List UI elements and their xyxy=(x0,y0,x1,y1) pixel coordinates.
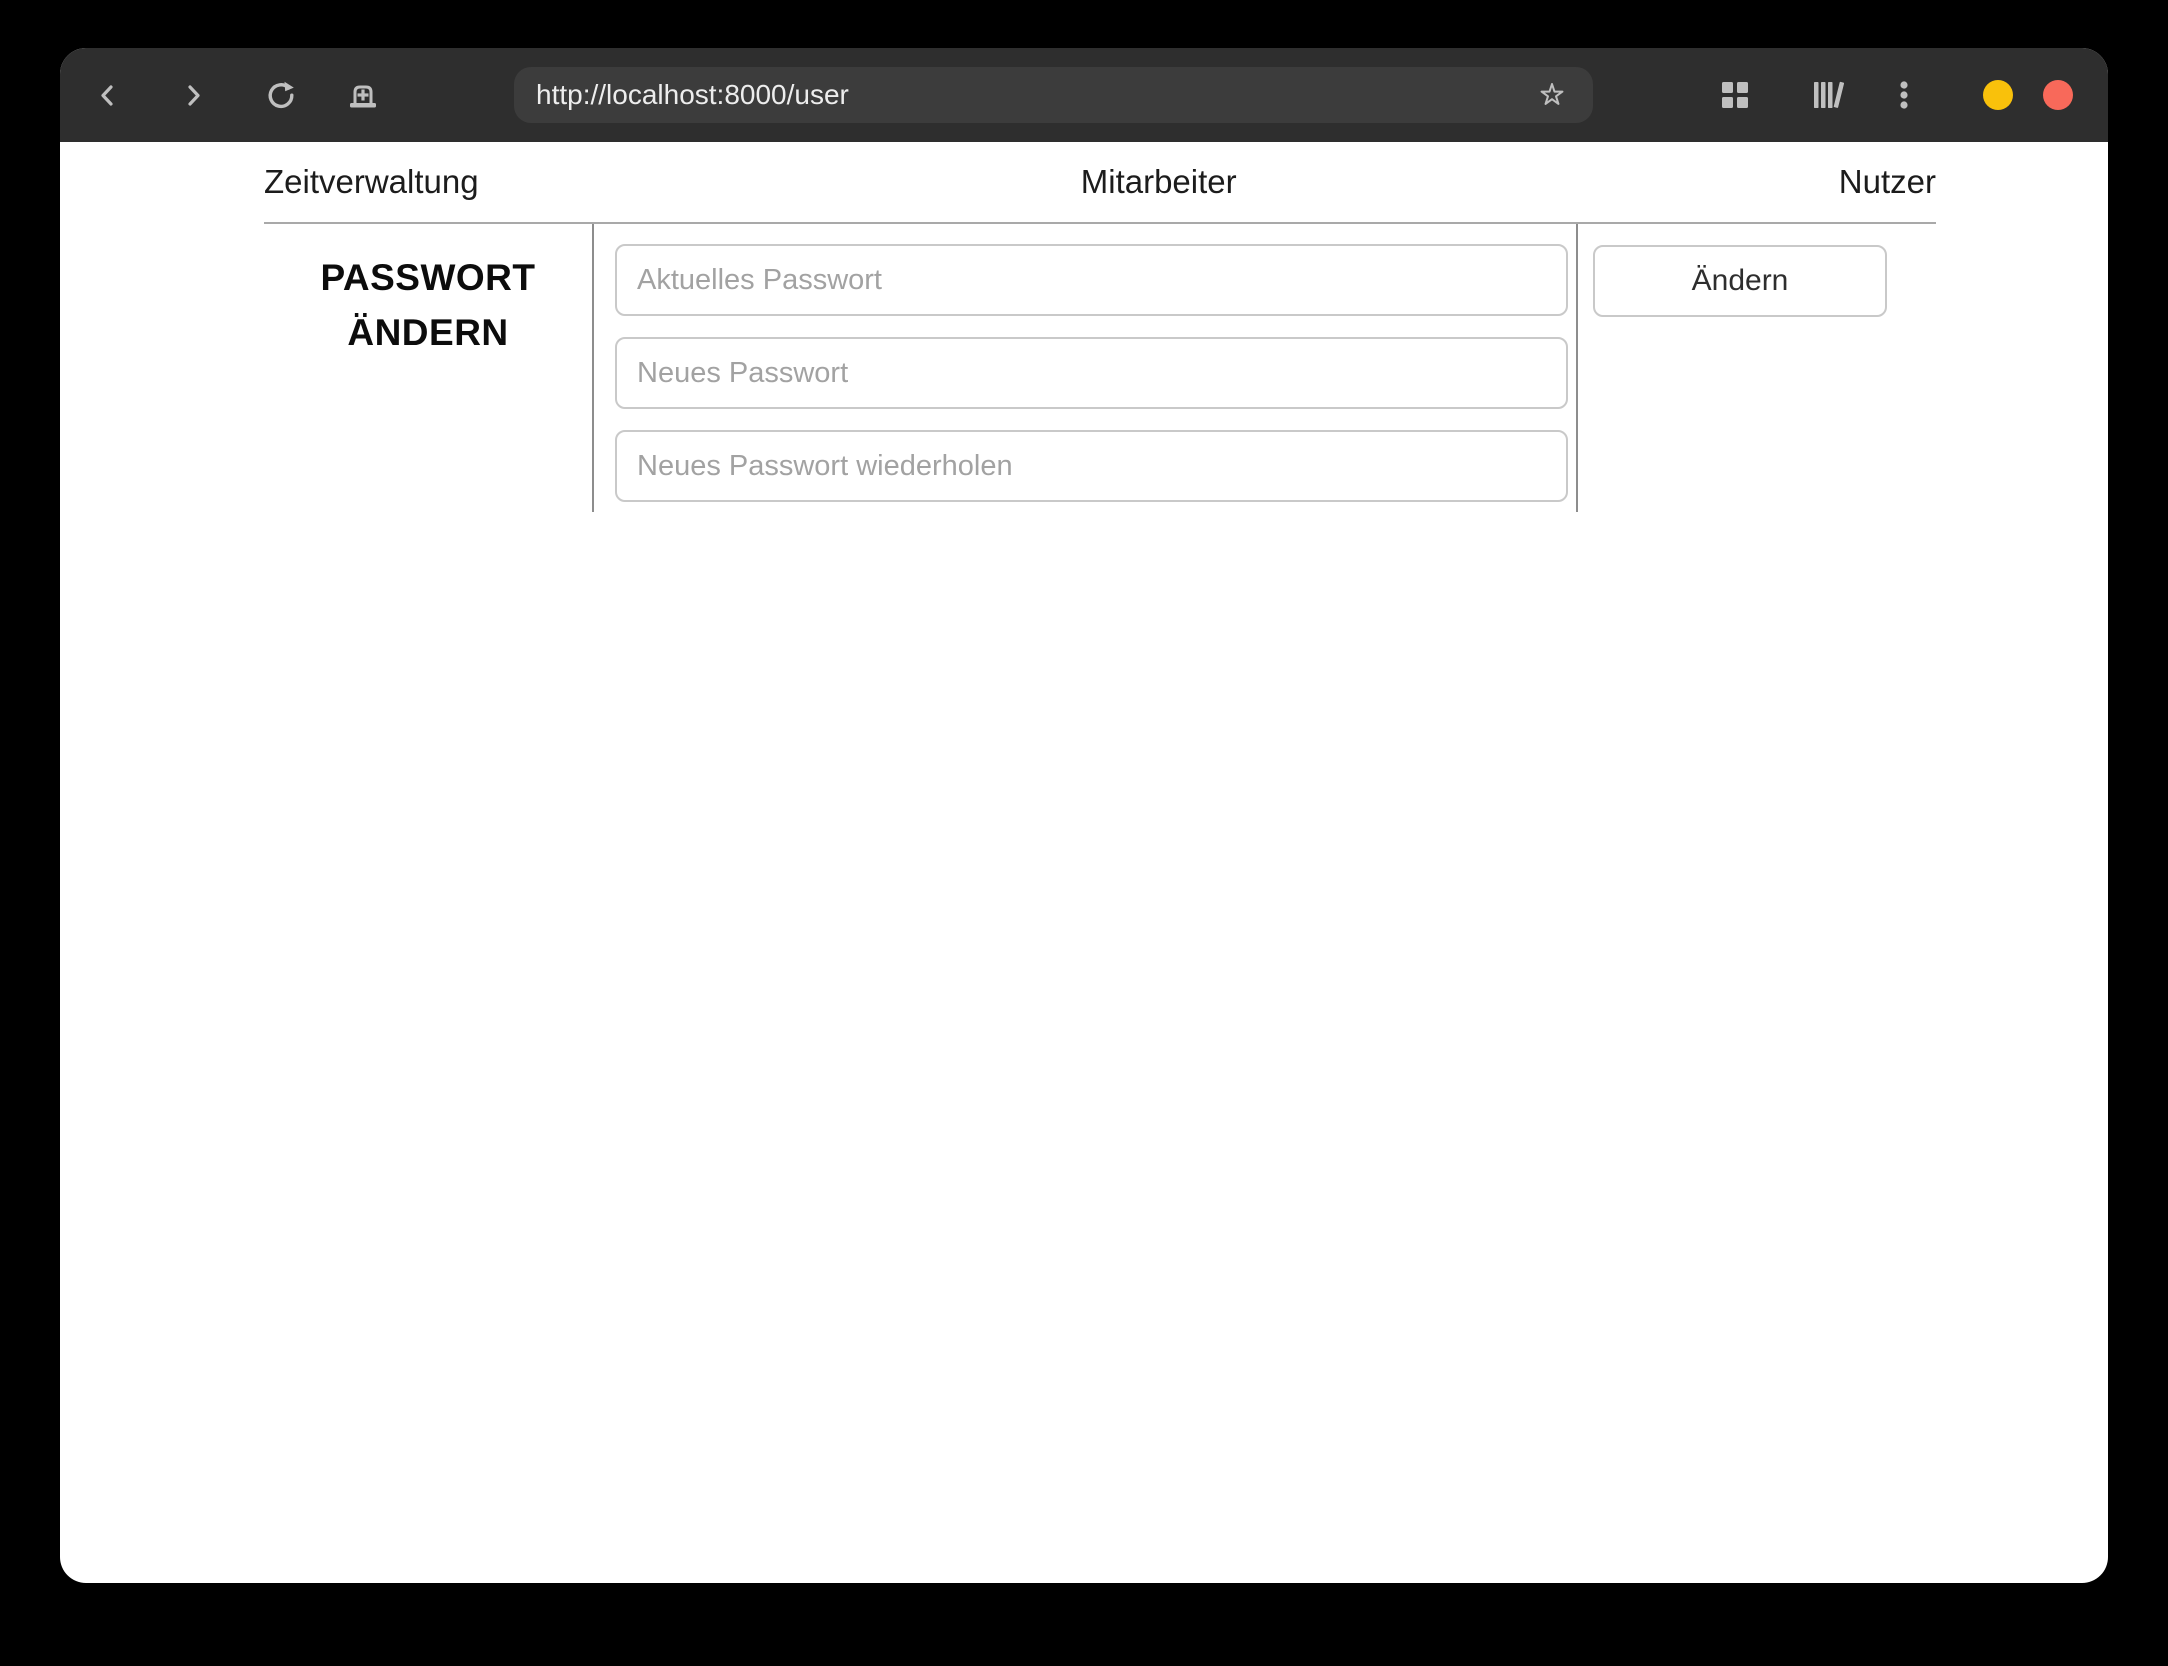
page-content: Zeitverwaltung Mitarbeiter Nutzer PASSWO… xyxy=(60,142,2108,512)
main-nav: Zeitverwaltung Mitarbeiter Nutzer xyxy=(264,142,1936,224)
grid-icon xyxy=(1720,80,1750,110)
new-tab-icon xyxy=(346,78,380,112)
password-change-section: PASSWORT ÄNDERN Ändern xyxy=(264,224,1936,512)
current-password-input[interactable] xyxy=(615,244,1568,316)
page-title: PASSWORT ÄNDERN xyxy=(264,250,592,360)
page-title-line1: PASSWORT xyxy=(320,257,536,298)
nav-item-zeitverwaltung[interactable]: Zeitverwaltung xyxy=(264,163,479,201)
reload-button[interactable] xyxy=(251,48,311,142)
new-tab-button[interactable] xyxy=(333,48,393,142)
reload-icon xyxy=(263,77,299,113)
browser-window: http://localhost:8000/user Zeitverwaltun… xyxy=(60,48,2108,1583)
back-button[interactable] xyxy=(78,48,138,142)
new-password-repeat-input[interactable] xyxy=(615,430,1568,502)
forward-icon xyxy=(179,82,206,109)
forward-button[interactable] xyxy=(162,48,222,142)
back-icon xyxy=(95,82,122,109)
browser-toolbar: http://localhost:8000/user xyxy=(60,48,2108,142)
action-column: Ändern xyxy=(1578,224,1936,512)
url-bar[interactable]: http://localhost:8000/user xyxy=(514,67,1593,123)
title-column: PASSWORT ÄNDERN xyxy=(264,224,592,512)
menu-button[interactable] xyxy=(1874,48,1934,142)
change-password-button[interactable]: Ändern xyxy=(1593,245,1887,317)
library-button[interactable] xyxy=(1797,48,1857,142)
url-text: http://localhost:8000/user xyxy=(536,79,849,110)
password-form-column xyxy=(592,224,1578,512)
close-button[interactable] xyxy=(2043,80,2073,110)
nav-item-mitarbeiter[interactable]: Mitarbeiter xyxy=(1081,163,1237,201)
screen: http://localhost:8000/user Zeitverwaltun… xyxy=(0,0,2168,1666)
nav-item-nutzer[interactable]: Nutzer xyxy=(1839,163,1936,201)
kebab-menu-icon xyxy=(1889,78,1919,112)
tab-overview-button[interactable] xyxy=(1705,48,1765,142)
minimize-button[interactable] xyxy=(1983,80,2013,110)
library-books-icon xyxy=(1810,79,1844,111)
bookmark-star-icon xyxy=(1537,80,1567,110)
new-password-input[interactable] xyxy=(615,337,1568,409)
page-title-line2: ÄNDERN xyxy=(347,312,509,353)
bookmark-button[interactable] xyxy=(1527,67,1577,123)
